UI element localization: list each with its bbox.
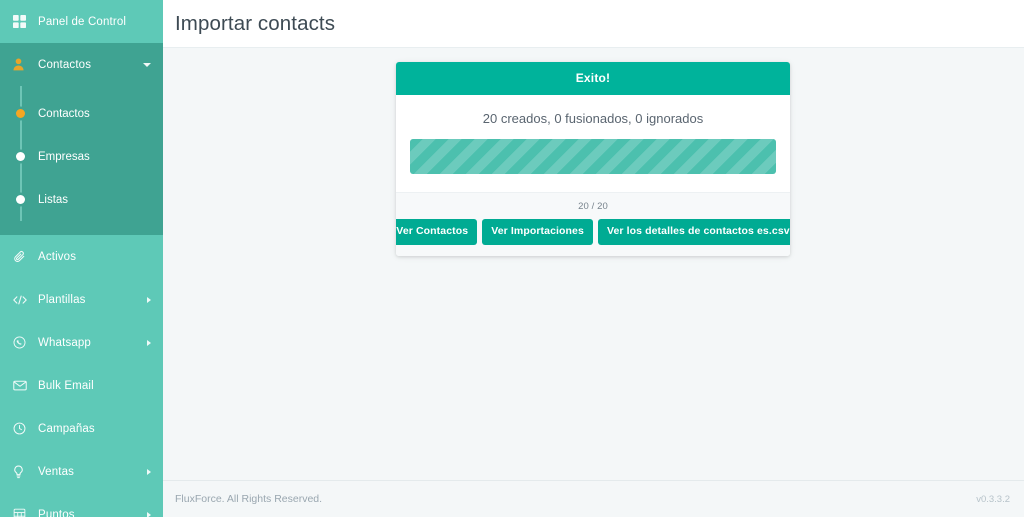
sidebar-item-label: Ventas — [38, 465, 75, 478]
card-heading: Exito! — [396, 62, 790, 95]
sidebar-item-label: Campañas — [38, 422, 95, 435]
chevron-down-icon — [143, 62, 151, 67]
ver-detalles-button[interactable]: Ver los detalles de contactos es.csv — [597, 219, 790, 245]
sidebar-item-activos[interactable]: Activos — [0, 235, 163, 278]
sidebar-item-whatsapp[interactable]: Whatsapp — [0, 321, 163, 364]
sidebar-group-contactos: Contactos Contactos Empresas Listas — [0, 43, 163, 235]
sidebar-item-ventas[interactable]: Ventas — [0, 450, 163, 493]
progress-bar-fill — [410, 139, 776, 174]
footer-version: v0.3.3.2 — [976, 493, 1010, 505]
bulb-icon — [13, 465, 35, 479]
sidebar-subitem-listas[interactable]: Listas — [0, 178, 163, 221]
progress-counter: 20 / 20 — [578, 201, 608, 212]
main-area: Importar contacts Exito! 20 creados, 0 f… — [163, 0, 1024, 517]
user-icon — [13, 58, 35, 71]
sidebar-subitem-empresas[interactable]: Empresas — [0, 135, 163, 178]
sidebar-subitem-label: Empresas — [38, 150, 90, 163]
topbar: Importar contacts — [163, 0, 1024, 48]
clock-icon — [13, 422, 35, 435]
sidebar-item-label: Bulk Email — [38, 379, 94, 392]
bullet-icon — [16, 109, 25, 118]
ver-contactos-button[interactable]: Ver Contactos — [396, 219, 478, 245]
whatsapp-icon — [13, 336, 35, 349]
sidebar-subitem-label: Listas — [38, 193, 69, 206]
app-root: Panel de Control Contactos Contactos Emp… — [0, 0, 1024, 517]
envelope-icon — [13, 380, 35, 391]
sidebar-item-contactos[interactable]: Contactos — [0, 43, 163, 86]
sidebar-item-label: Contactos — [38, 58, 92, 71]
page-title: Importar contacts — [175, 11, 336, 35]
sidebar: Panel de Control Contactos Contactos Emp… — [0, 0, 163, 517]
calculator-icon — [13, 508, 35, 517]
content-area: Exito! 20 creados, 0 fusionados, 0 ignor… — [163, 48, 1024, 480]
sidebar-item-plantillas[interactable]: Plantillas — [0, 278, 163, 321]
bullet-icon — [16, 195, 25, 204]
chevron-right-icon — [147, 296, 151, 303]
code-icon — [13, 294, 35, 306]
sidebar-item-label: Puntos — [38, 508, 75, 517]
footer-copyright: FluxForce. All Rights Reserved. — [175, 493, 323, 505]
sidebar-item-bulk-email[interactable]: Bulk Email — [0, 364, 163, 407]
card-body: 20 creados, 0 fusionados, 0 ignorados — [396, 95, 790, 192]
sidebar-item-label: Whatsapp — [38, 336, 91, 349]
sidebar-subitem-label: Contactos — [38, 107, 90, 120]
sidebar-item-puntos[interactable]: Puntos — [0, 493, 163, 517]
grid-icon — [13, 15, 35, 28]
card-footer: 20 / 20 Ver Contactos Ver Importaciones … — [396, 192, 790, 256]
ver-importaciones-button[interactable]: Ver Importaciones — [482, 219, 593, 245]
sidebar-subitem-contactos[interactable]: Contactos — [0, 92, 163, 135]
sidebar-item-panel-de-control[interactable]: Panel de Control — [0, 0, 163, 43]
bullet-icon — [16, 152, 25, 161]
sidebar-item-label: Activos — [38, 250, 77, 263]
progress-bar-track — [410, 139, 776, 174]
sidebar-submenu-contactos: Contactos Empresas Listas — [0, 86, 163, 235]
sidebar-item-campanas[interactable]: Campañas — [0, 407, 163, 450]
card-action-buttons: Ver Contactos Ver Importaciones Ver los … — [396, 219, 790, 245]
tag-icon — [13, 250, 35, 263]
import-result-card: Exito! 20 creados, 0 fusionados, 0 ignor… — [396, 62, 790, 256]
page-footer: FluxForce. All Rights Reserved. v0.3.3.2 — [163, 480, 1024, 517]
chevron-right-icon — [147, 511, 151, 517]
import-summary-text: 20 creados, 0 fusionados, 0 ignorados — [482, 111, 704, 126]
chevron-right-icon — [147, 339, 151, 346]
sidebar-item-label: Plantillas — [38, 293, 86, 306]
chevron-right-icon — [147, 468, 151, 475]
sidebar-item-label: Panel de Control — [38, 15, 127, 28]
